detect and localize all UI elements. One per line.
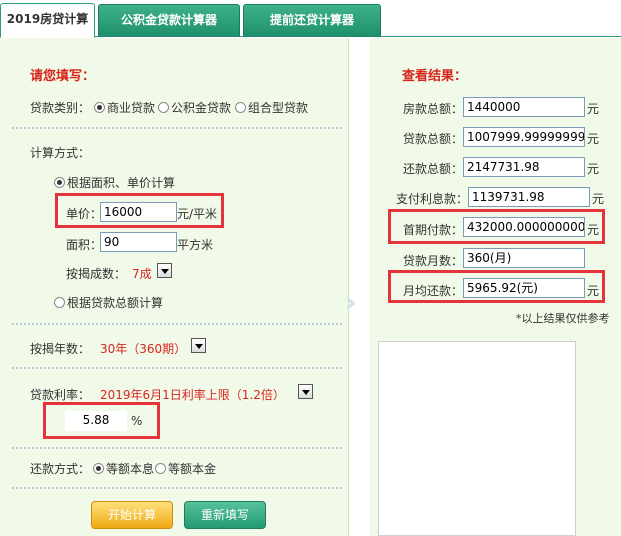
repay-equal-principal[interactable]: 等额本金 bbox=[155, 460, 216, 477]
tab-2019-mortgage-calculator[interactable]: 2019房贷计算器 bbox=[0, 3, 95, 57]
radio-icon[interactable] bbox=[54, 177, 65, 188]
calc-by-area-option[interactable]: 根据面积、单价计算 bbox=[54, 174, 175, 191]
radio-icon[interactable] bbox=[93, 463, 104, 474]
reset-button[interactable]: 重新填写 bbox=[184, 501, 266, 529]
repay-equal-installment[interactable]: 等额本息 bbox=[93, 460, 154, 477]
result-house-total[interactable]: 1440000 bbox=[463, 97, 585, 117]
tab-bar: 2019房贷计算器 公积金贷款计算器 提前还贷计算器 bbox=[0, 0, 621, 57]
radio-icon[interactable] bbox=[155, 463, 166, 474]
calc-method-label: 计算方式： bbox=[30, 146, 91, 160]
result-heading: 查看结果： bbox=[402, 69, 468, 84]
radio-icon[interactable] bbox=[54, 297, 65, 308]
double-chevron-right-icon: ›› bbox=[345, 288, 361, 318]
result-label-repay-total: 还款总额： bbox=[403, 162, 464, 176]
years-label: 按揭年数： bbox=[30, 342, 91, 356]
divider bbox=[12, 367, 342, 369]
highlight-box bbox=[388, 270, 605, 303]
divider bbox=[12, 127, 342, 129]
highlight-box bbox=[388, 209, 605, 244]
start-calculate-button[interactable]: 开始计算 bbox=[91, 501, 173, 529]
ratio-dropdown-icon[interactable] bbox=[157, 263, 172, 278]
input-heading: 请您填写： bbox=[30, 69, 96, 84]
result-unit: 元 bbox=[587, 132, 600, 146]
tab-provident-fund-calculator[interactable]: 公积金贷款计算器 bbox=[98, 4, 240, 37]
divider bbox=[12, 487, 342, 489]
radio-icon[interactable] bbox=[94, 102, 105, 113]
disclaimer-note: *以上结果仅供参考 bbox=[516, 312, 610, 325]
area-unit: 平方米 bbox=[177, 238, 214, 252]
divider bbox=[12, 323, 342, 325]
area-input[interactable]: 90 bbox=[100, 232, 177, 252]
tab-prepayment-calculator[interactable]: 提前还贷计算器 bbox=[243, 4, 381, 37]
ratio-value[interactable]: 7成 bbox=[132, 265, 152, 282]
loan-type-combined[interactable]: 组合型贷款 bbox=[235, 99, 308, 116]
result-label-loan-total: 贷款总额： bbox=[403, 132, 464, 146]
radio-icon[interactable] bbox=[158, 102, 169, 113]
result-unit: 元 bbox=[587, 162, 600, 176]
result-repay-total[interactable]: 2147731.98 bbox=[463, 157, 585, 177]
result-label-interest: 支付利息款： bbox=[396, 192, 469, 206]
highlight-box bbox=[55, 193, 224, 228]
rate-label: 贷款利率： bbox=[30, 388, 91, 402]
rate-value[interactable]: 2019年6月1日利率上限（1.2倍） bbox=[100, 386, 285, 403]
ratio-label: 按揭成数： bbox=[66, 267, 127, 281]
result-blank-area bbox=[378, 341, 576, 536]
result-months[interactable]: 360(月) bbox=[463, 248, 585, 268]
result-unit: 元 bbox=[587, 102, 600, 116]
result-interest[interactable]: 1139731.98 bbox=[468, 187, 590, 207]
rate-dropdown-icon[interactable] bbox=[298, 384, 313, 399]
radio-icon[interactable] bbox=[235, 102, 246, 113]
result-unit: 元 bbox=[592, 192, 605, 206]
repay-label: 还款方式： bbox=[30, 462, 91, 476]
years-value[interactable]: 30年（360期） bbox=[100, 340, 186, 357]
divider bbox=[12, 447, 342, 449]
result-label-house-total: 房款总额： bbox=[403, 102, 464, 116]
years-dropdown-icon[interactable] bbox=[191, 338, 206, 353]
loan-type-commercial[interactable]: 商业贷款 bbox=[94, 99, 155, 116]
area-label: 面积： bbox=[66, 238, 103, 252]
result-loan-total[interactable]: 1007999.9999999999 bbox=[463, 127, 585, 147]
loan-type-label: 贷款类别： bbox=[30, 101, 91, 115]
highlight-box bbox=[43, 402, 160, 439]
result-label-months: 贷款月数： bbox=[403, 254, 464, 268]
calc-by-total-option[interactable]: 根据贷款总额计算 bbox=[54, 294, 163, 311]
loan-type-provident[interactable]: 公积金贷款 bbox=[158, 99, 231, 116]
